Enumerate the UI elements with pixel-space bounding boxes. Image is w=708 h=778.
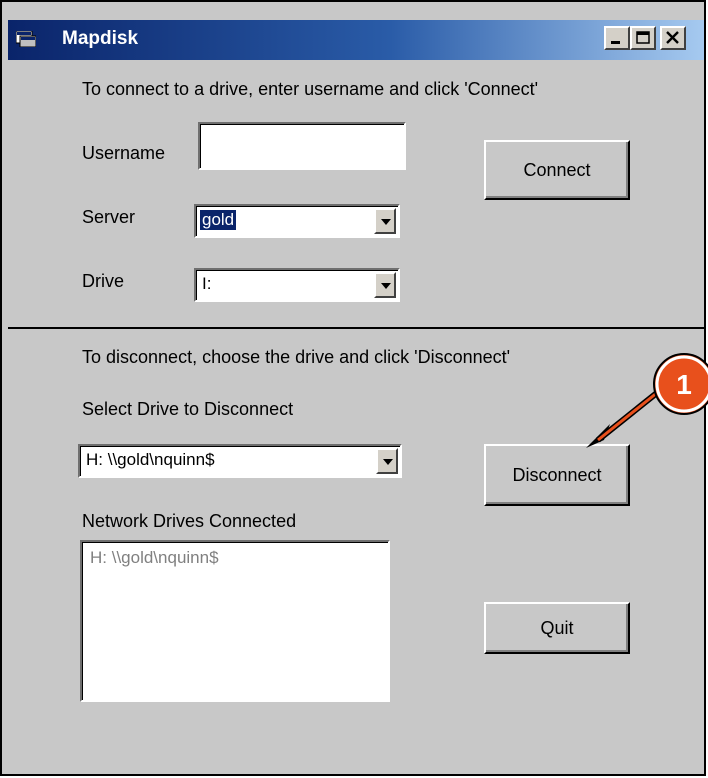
quit-button-label: Quit: [540, 617, 574, 638]
drive-value: I:: [202, 274, 212, 293]
connect-button-label: Connect: [523, 159, 591, 180]
disconnect-button-label: Disconnect: [512, 464, 602, 485]
close-icon: [666, 31, 679, 44]
maximize-icon: [636, 31, 650, 44]
section-divider: [8, 327, 704, 329]
network-drives-listbox[interactable]: H: \\gold\nquinn$: [80, 540, 390, 702]
window-app-icon: [16, 31, 36, 47]
connect-instruction: To connect to a drive, enter username an…: [82, 79, 539, 99]
disconnect-dropdown-button[interactable]: [376, 448, 398, 474]
drive-combobox[interactable]: I:: [194, 268, 400, 302]
chevron-down-icon: [381, 283, 391, 289]
network-drives-label: Network Drives Connected: [82, 511, 297, 531]
window-title: Mapdisk: [62, 28, 139, 49]
chevron-down-icon: [383, 459, 393, 465]
callout-number: 1: [676, 369, 692, 400]
close-button[interactable]: [660, 26, 686, 50]
server-value: gold: [200, 210, 237, 230]
callout-badge: 1: [653, 353, 708, 415]
minimize-icon: [611, 41, 620, 44]
disconnect-instruction: To disconnect, choose the drive and clic…: [82, 347, 511, 367]
disconnect-drive-value: H: \\gold\nquinn$: [86, 450, 215, 469]
server-label: Server: [82, 207, 136, 227]
username-field[interactable]: [198, 122, 406, 170]
quit-button[interactable]: Quit: [484, 602, 630, 654]
list-item[interactable]: H: \\gold\nquinn$: [90, 548, 219, 568]
screen: Mapdisk To connect to a drive, enter use…: [0, 0, 708, 778]
username-label: Username: [82, 143, 166, 163]
disconnect-drive-combobox[interactable]: H: \\gold\nquinn$: [78, 444, 402, 478]
connect-button[interactable]: Connect: [484, 140, 630, 200]
drive-dropdown-button[interactable]: [374, 272, 396, 298]
server-dropdown-button[interactable]: [374, 208, 396, 234]
minimize-button[interactable]: [604, 26, 630, 50]
select-drive-label: Select Drive to Disconnect: [82, 399, 294, 419]
chevron-down-icon: [381, 219, 391, 225]
maximize-button[interactable]: [630, 26, 656, 50]
server-combobox[interactable]: gold: [194, 204, 400, 238]
drive-label: Drive: [82, 271, 125, 291]
